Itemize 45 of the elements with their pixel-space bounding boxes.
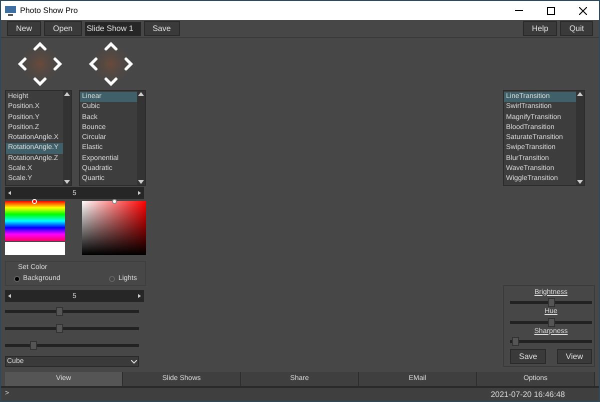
increment-icon[interactable] — [138, 294, 141, 298]
slider-track[interactable] — [510, 318, 592, 326]
slider-track[interactable] — [510, 337, 592, 346]
slider-thumb[interactable] — [512, 337, 520, 346]
slider-track[interactable] — [5, 341, 139, 350]
status-datetime: 2021-07-20 16:46:48 — [490, 388, 566, 400]
saturation-picker[interactable] — [82, 201, 146, 255]
toolbar-button[interactable]: New — [7, 21, 42, 36]
scroll-down-icon[interactable] — [577, 180, 583, 184]
slider-thumb[interactable] — [30, 341, 38, 350]
toolbar-button[interactable]: Quit — [560, 21, 593, 36]
radio-button[interactable] — [14, 276, 20, 282]
color-preview — [5, 242, 65, 255]
picker-handle[interactable] — [112, 199, 117, 204]
panel-button[interactable]: Save — [510, 349, 546, 364]
radio-button[interactable] — [109, 276, 116, 282]
maximize-icon[interactable] — [547, 6, 555, 14]
slider-track[interactable] — [5, 324, 139, 333]
toolbar-button[interactable]: Open — [44, 21, 82, 36]
toolbar-button[interactable]: Help — [522, 21, 558, 36]
scrollbar[interactable] — [137, 91, 145, 185]
save-button[interactable]: Save — [144, 21, 180, 36]
scroll-up-icon[interactable] — [577, 92, 583, 96]
slider-track[interactable] — [510, 298, 592, 307]
slider-thumb[interactable] — [548, 298, 554, 307]
close-icon[interactable] — [579, 6, 587, 14]
hue-spectrum[interactable] — [5, 201, 65, 241]
scrollbar[interactable] — [576, 91, 584, 185]
decrement-icon[interactable] — [8, 294, 11, 298]
scroll-up-icon[interactable] — [138, 92, 144, 96]
direction-pad-icon[interactable] — [86, 40, 135, 88]
window-title: Photo Show Pro — [20, 4, 78, 16]
decrement-icon[interactable] — [8, 191, 11, 195]
chevron-down-icon — [131, 360, 137, 364]
name-input-field[interactable]: Slide Show 1 — [84, 22, 141, 36]
increment-icon[interactable] — [138, 191, 141, 195]
scrollbar[interactable] — [63, 91, 71, 185]
scroll-up-icon[interactable] — [64, 92, 70, 96]
slider-thumb[interactable] — [56, 307, 63, 316]
panel-button[interactable]: View — [556, 349, 592, 364]
direction-pad-icon[interactable] — [16, 40, 64, 88]
slider-track[interactable] — [5, 307, 139, 316]
app-icon — [5, 6, 16, 16]
slider-thumb[interactable] — [548, 318, 554, 326]
slider-thumb[interactable] — [56, 324, 63, 333]
